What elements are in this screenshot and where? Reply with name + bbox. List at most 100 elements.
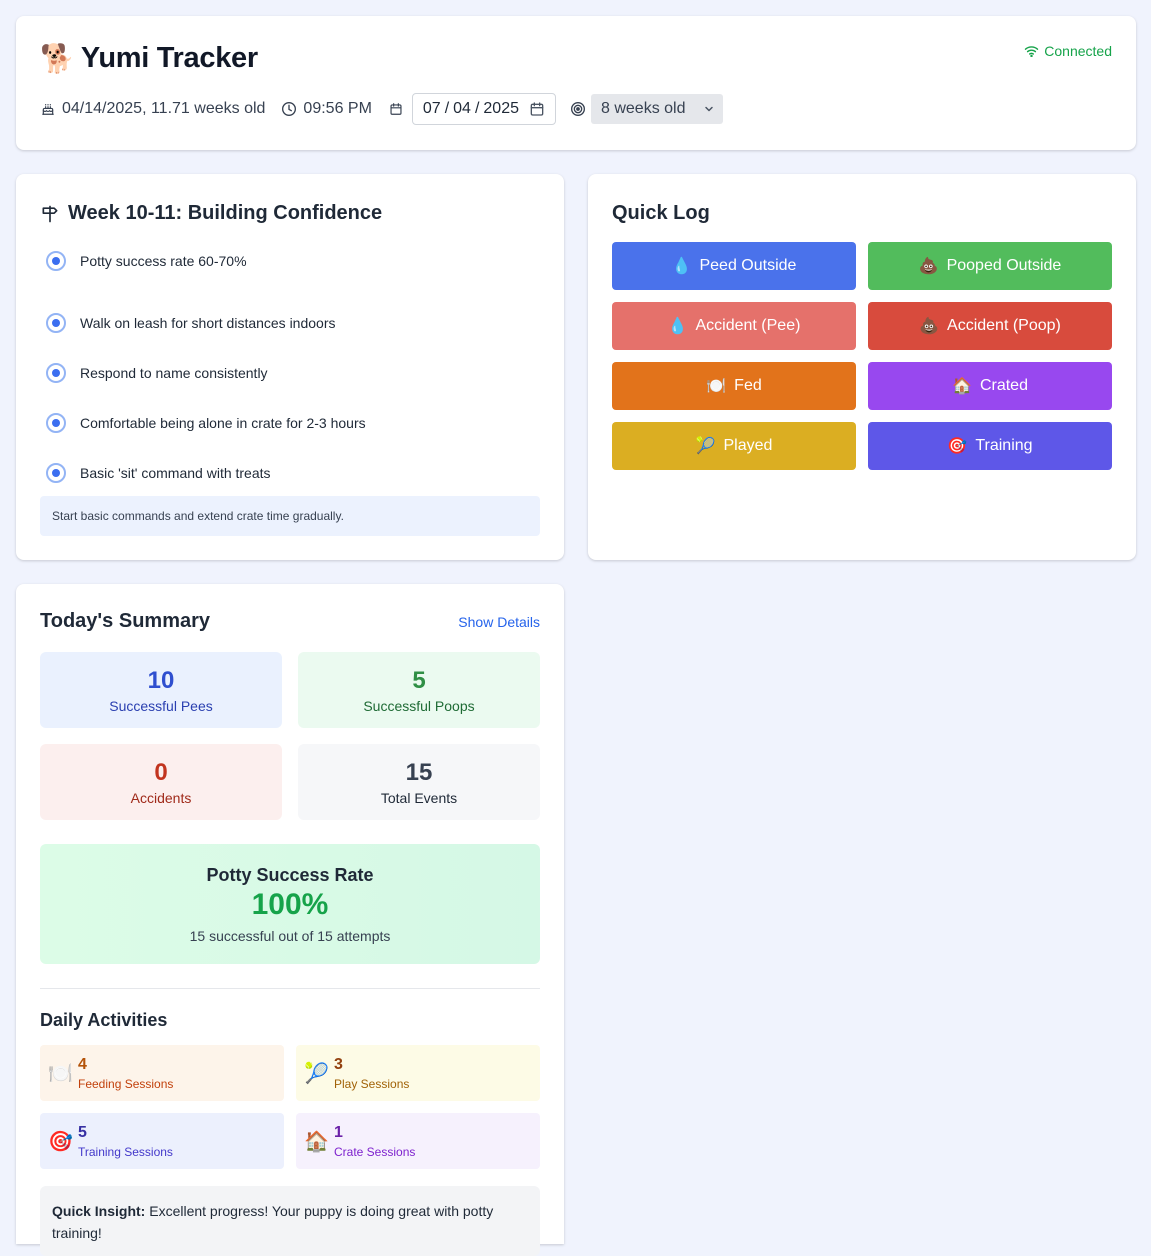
success-title: Potty Success Rate [206,864,374,885]
stat-label: Successful Poops [363,698,475,714]
time-text: 09:56 PM [303,100,372,117]
accident-poop-button[interactable]: 💩 Accident (Poop) [868,302,1112,350]
training-button[interactable]: 🎯 Training [868,422,1112,470]
milestone-item[interactable]: Walk on leash for short distances indoor… [46,298,366,348]
activity-crate: 🏠 1 Crate Sessions [296,1113,540,1169]
quick-log-button-label: Pooped Outside [946,257,1062,274]
milestone-item[interactable]: Potty success rate 60-70% [46,248,366,274]
time-info: 09:56 PM [281,100,372,118]
quick-insight: Quick Insight: Excellent progress! Your … [40,1186,540,1256]
activity-label: Crate Sessions [334,1144,416,1159]
activity-play: 🎾 3 Play Sessions [296,1045,540,1101]
milestone-tip: Start basic commands and extend crate ti… [40,496,540,536]
app-title: 🐕 Yumi Tracker [40,42,258,75]
dog-icon: 🐕 [40,42,75,74]
milestone-text: Walk on leash for short distances indoor… [80,315,336,331]
cake-icon [40,101,56,117]
quick-log-button-label: Training [975,437,1033,454]
target-icon [570,101,586,117]
stat-value: 5 [412,667,426,694]
milestone-text: Comfortable being alone in crate for 2-3… [80,415,366,431]
stat-total-events: 15 Total Events [298,744,540,820]
stat-successful-pees: 10 Successful Pees [40,652,282,728]
milestones-title-text: Week 10-11: Building Confidence [68,202,383,224]
clock-icon [281,101,297,117]
accident-pee-button[interactable]: 💧 Accident (Pee) [612,302,856,350]
potty-success-rate: Potty Success Rate 100% 15 successful ou… [40,844,540,964]
milestone-item[interactable]: Basic 'sit' command with treats [46,448,366,498]
tennis-ball-icon: 🎾 [695,438,716,455]
activity-value: 1 [334,1123,343,1141]
header-card: 🐕 Yumi Tracker Connected 04/14/2025, 11.… [16,16,1136,150]
activity-value: 5 [78,1123,87,1141]
activity-label: Feeding Sessions [78,1076,174,1091]
radio-icon[interactable] [46,251,66,271]
target-dart-icon: 🎯 [48,1130,73,1153]
quick-log-title: Quick Log [612,202,710,224]
milestone-list: Potty success rate 60-70% Walk on leash … [46,248,366,498]
summary-card: Today's Summary Show Details 10 Successf… [16,584,564,1256]
plate-icon: 🍽️ [706,378,727,395]
crated-button[interactable]: 🏠 Crated [868,362,1112,410]
stat-value: 15 [405,759,433,786]
date-year[interactable]: 2025 [483,100,519,118]
stats-grid: 10 Successful Pees 5 Successful Poops 0 … [40,652,540,820]
stat-label: Total Events [380,790,458,806]
milestone-text: Respond to name consistently [80,365,268,381]
radio-icon[interactable] [46,313,66,333]
played-button[interactable]: 🎾 Played [612,422,856,470]
app-title-text: Yumi Tracker [80,42,258,74]
stat-value: 10 [147,667,175,694]
quick-log-button-label: Played [723,437,773,454]
calendar-picker-icon[interactable] [529,101,545,117]
chevron-down-icon [701,101,717,117]
milestone-item[interactable]: Respond to name consistently [46,348,366,398]
quick-log-card: Quick Log 💧 Peed Outside 💩 Pooped Outside 💧 A… [588,174,1136,560]
divider [40,988,540,989]
milestone-text: Basic 'sit' command with treats [80,465,271,481]
activity-value: 3 [334,1055,343,1073]
fed-button[interactable]: 🍽️ Fed [612,362,856,410]
birthday-info: 04/14/2025, 11.71 weeks old [40,100,265,118]
success-subtitle: 15 successful out of 15 attempts [189,927,391,944]
show-details-link[interactable]: Show Details [458,614,540,630]
date-input[interactable]: 07/04/2025 [411,93,556,125]
radio-icon[interactable] [46,413,66,433]
house-icon: 🏠 [304,1130,329,1153]
house-icon: 🏠 [952,378,972,395]
radio-icon[interactable] [46,463,66,483]
age-select[interactable]: 8 weeks old [591,94,723,124]
connection-status: Connected [1023,43,1112,59]
activity-training: 🎯 5 Training Sessions [40,1113,284,1169]
quick-log-button-label: Accident (Poop) [947,317,1061,334]
target-dart-icon: 🎯 [947,438,968,455]
droplet-icon: 💧 [671,258,692,275]
peed-outside-button[interactable]: 💧 Peed Outside [612,242,856,290]
date-separator: / [444,100,450,117]
calendar-icon [388,101,404,117]
date-separator: / [474,100,480,117]
age-select-group: 8 weeks old [570,94,723,124]
quick-log-button-label: Fed [734,377,762,394]
quick-log-button-label: Crated [979,377,1028,394]
droplet-icon: 💧 [667,318,688,335]
date-day[interactable]: 04 [453,100,471,118]
radio-icon[interactable] [46,363,66,383]
summary-header: Today's Summary Show Details [40,610,540,633]
summary-title: Today's Summary [40,610,210,632]
milestone-text: Potty success rate 60-70% [80,253,247,269]
date-picker-group: 07/04/2025 [388,93,556,125]
quick-log-button-label: Accident (Pee) [695,317,801,334]
activities-grid: 🍽️ 4 Feeding Sessions 🎾 3 Play Sessions 🎯 … [40,1045,540,1169]
milestone-item[interactable]: Comfortable being alone in crate for 2-3… [46,398,366,448]
quick-log-button-label: Peed Outside [699,257,797,274]
date-month[interactable]: 07 [423,100,441,118]
pooped-outside-button[interactable]: 💩 Pooped Outside [868,242,1112,290]
poop-icon: 💩 [918,258,939,275]
age-select-value: 8 weeks old [601,100,686,117]
activity-label: Training Sessions [78,1144,173,1159]
stat-successful-poops: 5 Successful Poops [298,652,540,728]
stat-value: 0 [154,759,168,786]
stat-accidents: 0 Accidents [40,744,282,820]
milestones-card: Week 10-11: Building Confidence Potty su… [16,174,564,560]
